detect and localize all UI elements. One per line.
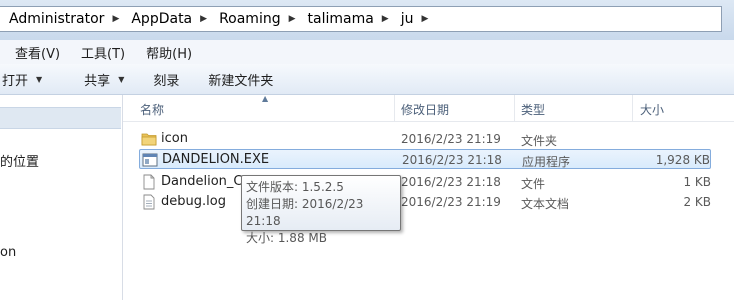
chevron-right-icon[interactable]: ▶ [415,14,431,24]
file-modified: 2016/2/23 21:19 [401,195,501,209]
new-folder-button[interactable]: 新建文件夹 [195,70,289,89]
chevron-right-icon[interactable]: ▶ [194,14,210,24]
caret-down-icon: ▼ [36,74,43,84]
column-name[interactable]: 名称 [140,101,164,118]
breadcrumb-roaming[interactable]: Roaming ▶ [210,11,298,27]
column-divider[interactable] [394,95,395,121]
breadcrumb-ju[interactable]: ju ▶ [392,11,432,27]
new-folder-button-label: 新建文件夹 [208,73,274,89]
file-icon [143,174,155,190]
breadcrumb-administrator[interactable]: Administrator ▶ [0,11,122,27]
breadcrumb-appdata[interactable]: AppData ▶ [122,11,210,27]
menu-tools[interactable]: 工具(T) [69,43,134,62]
caret-down-icon: ▼ [118,74,125,84]
file-modified: 2016/2/23 21:19 [401,132,501,146]
nav-item-lon[interactable]: on [0,245,16,260]
file-size: 2 KB [683,195,711,209]
menu-view[interactable]: 查看(V) [0,43,69,62]
column-modified[interactable]: 修改日期 [401,101,449,118]
open-button-label: 打开 [2,73,29,89]
exe-icon [142,153,158,167]
burn-button-label: 刻录 [153,73,180,89]
nav-item-places[interactable]: 的位置 [0,151,39,170]
folder-icon [141,133,157,146]
column-divider[interactable] [514,95,515,121]
open-button[interactable]: 打开 ▼ [0,70,58,89]
breadcrumb-label: ju [400,11,414,27]
menu-bar: 查看(V) 工具(T) 帮助(H) [0,40,734,65]
file-row-dandelion-exe[interactable]: DANDELION.EXE 2016/2/23 21:18 应用程序 1,928… [139,149,711,169]
file-info-tooltip: 文件版本: 1.5.2.5 创建日期: 2016/2/23 21:18 大小: … [241,175,401,245]
text-file-icon [143,194,155,210]
share-button-label: 共享 [84,73,111,89]
file-name: icon [161,131,188,146]
sort-ascending-icon: ▲ [262,94,269,103]
command-bar: 打开 ▼ 共享 ▼ 刻录 新建文件夹 [0,64,734,95]
chevron-right-icon[interactable]: ▶ [106,14,122,24]
tooltip-version: 文件版本: 1.5.2.5 [246,180,344,194]
address-bar[interactable]: Administrator ▶ AppData ▶ Roaming ▶ tali… [0,6,722,32]
burn-button[interactable]: 刻录 [140,70,195,89]
address-bar-area: Administrator ▶ AppData ▶ Roaming ▶ tali… [0,0,734,40]
file-modified: 2016/2/23 21:18 [402,153,502,167]
tooltip-size: 大小: 1.88 MB [246,231,327,245]
file-size: 1,928 KB [655,153,710,167]
column-header: ▲ 名称 修改日期 类型 大小 [123,94,734,122]
file-type: 文件 [521,177,546,191]
file-size: 1 KB [683,175,711,189]
breadcrumb-label: AppData [131,11,193,27]
file-type: 文本文档 [521,197,570,211]
file-type: 应用程序 [522,155,571,169]
navigation-pane: 的位置 on [0,95,123,300]
file-row-dandelion-co[interactable]: Dandelion_Co 2016/2/23 21:18 文件 1 KB [139,172,711,192]
menu-help[interactable]: 帮助(H) [134,43,201,62]
share-button[interactable]: 共享 ▼ [58,70,140,89]
file-name: Dandelion_Co [161,174,251,189]
breadcrumb-label: talimama [307,11,374,27]
file-name: debug.log [161,194,226,209]
column-divider[interactable] [632,95,633,121]
breadcrumb-label: Administrator [9,11,105,27]
breadcrumb-talimama[interactable]: talimama ▶ [299,11,392,27]
chevron-right-icon[interactable]: ▶ [376,14,392,24]
tooltip-created: 创建日期: 2016/2/23 21:18 [246,197,364,228]
nav-selected-item[interactable] [0,107,121,129]
column-size[interactable]: 大小 [640,101,664,118]
file-modified: 2016/2/23 21:18 [401,175,501,189]
file-type: 文件夹 [521,134,558,148]
file-row-icon[interactable]: icon 2016/2/23 21:19 文件夹 [139,129,711,149]
file-name: DANDELION.EXE [162,152,270,167]
breadcrumb-label: Roaming [219,11,281,27]
chevron-right-icon[interactable]: ▶ [283,14,299,24]
column-type[interactable]: 类型 [521,101,545,118]
file-row-debug-log[interactable]: debug.log 2016/2/23 21:19 文本文档 2 KB [139,192,711,212]
